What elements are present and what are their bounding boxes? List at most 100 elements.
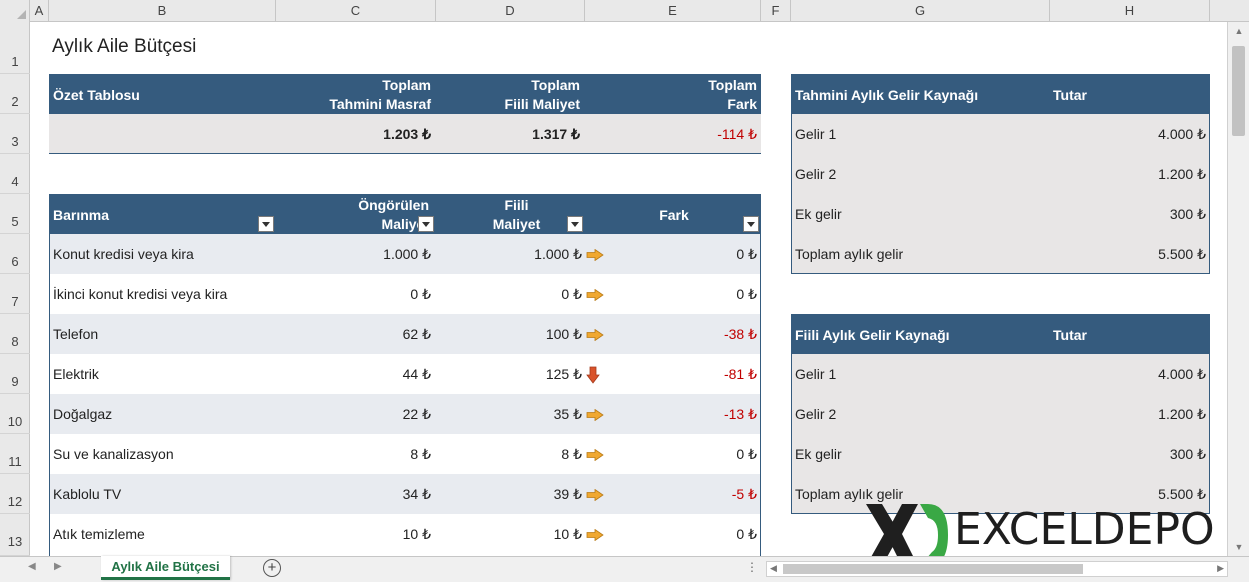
row-header-1[interactable]: 1	[0, 22, 30, 74]
row-difference[interactable]: 0 ₺	[736, 274, 757, 314]
table-row: Kablolu TV 34 ₺ 39 ₺ -5 ₺	[50, 474, 760, 514]
row-difference[interactable]: -13 ₺	[724, 394, 757, 434]
filter-dropdown-icon[interactable]	[567, 216, 583, 232]
column-header-g[interactable]: G	[791, 0, 1050, 22]
row-header-10[interactable]: 10	[0, 394, 30, 434]
row-estimated-cost[interactable]: 22 ₺	[403, 394, 431, 434]
row-actual-cost[interactable]: 100 ₺	[546, 314, 582, 354]
row-difference[interactable]: -38 ₺	[724, 314, 757, 354]
summary-col-actual: Toplam Fiili Maliyet	[505, 76, 580, 114]
actual-income-value[interactable]: 300 ₺	[1170, 434, 1206, 474]
summary-header: Özet Tablosu Toplam Tahmini Masraf Topla…	[49, 74, 761, 114]
row-header-12[interactable]: 12	[0, 474, 30, 514]
actual-income-value[interactable]: 4.000 ₺	[1158, 354, 1206, 394]
row-item-label[interactable]: Su ve kanalizasyon	[53, 434, 174, 474]
scroll-up-icon[interactable]: ▲	[1228, 26, 1249, 36]
actual-income-amount-header: Tutar	[1053, 327, 1087, 343]
vertical-scroll-thumb[interactable]	[1232, 46, 1245, 136]
estimated-income-total-label[interactable]: Toplam aylık gelir	[795, 234, 903, 274]
row-header-13[interactable]: 13	[0, 514, 30, 556]
estimated-income-label[interactable]: Ek gelir	[795, 194, 842, 234]
down-arrow-icon	[586, 354, 600, 394]
housing-col-estimated: Öngörülen Maliyet	[299, 196, 429, 234]
actual-income-value[interactable]: 1.200 ₺	[1158, 394, 1206, 434]
summary-col-estimated-line2: Tahmini Masraf	[329, 96, 431, 112]
table-row: Telefon 62 ₺ 100 ₺ -38 ₺	[50, 314, 760, 354]
row-item-label[interactable]: İkinci konut kredisi veya kira	[53, 274, 227, 314]
actual-income-label[interactable]: Gelir 1	[795, 354, 836, 394]
actual-income-label[interactable]: Gelir 2	[795, 394, 836, 434]
scroll-left-icon[interactable]: ◀	[770, 563, 777, 574]
filter-dropdown-icon[interactable]	[743, 216, 759, 232]
row-header-9[interactable]: 9	[0, 354, 30, 394]
row-actual-cost[interactable]: 10 ₺	[554, 514, 582, 554]
summary-col-diff: Toplam Fark	[708, 76, 757, 114]
actual-income-label[interactable]: Ek gelir	[795, 434, 842, 474]
summary-value-diff[interactable]: -114 ₺	[717, 114, 757, 154]
row-item-label[interactable]: Doğalgaz	[53, 394, 112, 434]
row-item-label[interactable]: Kablolu TV	[53, 474, 121, 514]
prev-sheet-icon[interactable]: ◀	[28, 561, 36, 572]
row-actual-cost[interactable]: 0 ₺	[561, 274, 582, 314]
row-actual-cost[interactable]: 125 ₺	[546, 354, 582, 394]
column-header-b[interactable]: B	[49, 0, 276, 22]
row-actual-cost[interactable]: 39 ₺	[554, 474, 582, 514]
row-actual-cost[interactable]: 1.000 ₺	[534, 234, 582, 274]
row-header-2[interactable]: 2	[0, 74, 30, 114]
column-header-a[interactable]: A	[30, 0, 49, 22]
row-estimated-cost[interactable]: 0 ₺	[410, 274, 431, 314]
right-arrow-icon	[586, 274, 604, 314]
row-header-3[interactable]: 3	[0, 114, 30, 154]
sheet-tab-active[interactable]: Aylık Aile Bütçesi	[101, 556, 230, 580]
row-estimated-cost[interactable]: 8 ₺	[410, 434, 431, 474]
column-header-c[interactable]: C	[276, 0, 436, 22]
row-estimated-cost[interactable]: 10 ₺	[403, 514, 431, 554]
row-header-4[interactable]: 4	[0, 154, 30, 194]
row-item-label[interactable]: Telefon	[53, 314, 98, 354]
row-item-label[interactable]: Elektrik	[53, 354, 99, 394]
scroll-right-icon[interactable]: ▶	[1217, 563, 1224, 574]
row-difference[interactable]: 0 ₺	[736, 234, 757, 274]
right-arrow-icon	[586, 434, 604, 474]
estimated-income-label[interactable]: Gelir 2	[795, 154, 836, 194]
add-sheet-icon[interactable]: +	[263, 559, 281, 577]
row-header-7[interactable]: 7	[0, 274, 30, 314]
row-item-label[interactable]: Konut kredisi veya kira	[53, 234, 194, 274]
filter-dropdown-icon[interactable]	[418, 216, 434, 232]
estimated-income-total-value[interactable]: 5.500 ₺	[1158, 234, 1206, 274]
row-difference[interactable]: -81 ₺	[724, 354, 757, 394]
estimated-income-value[interactable]: 4.000 ₺	[1158, 114, 1206, 154]
horizontal-scroll-thumb[interactable]	[783, 564, 1083, 574]
filter-dropdown-icon[interactable]	[258, 216, 274, 232]
vertical-scrollbar[interactable]: ▲ ▼	[1227, 22, 1249, 556]
estimated-income-value[interactable]: 300 ₺	[1170, 194, 1206, 234]
row-header-5[interactable]: 5	[0, 194, 30, 234]
summary-value-actual[interactable]: 1.317 ₺	[532, 114, 580, 154]
housing-col-actual-line2: Maliyet	[492, 216, 541, 232]
row-actual-cost[interactable]: 8 ₺	[561, 434, 582, 474]
row-difference[interactable]: 0 ₺	[736, 514, 757, 554]
row-header-6[interactable]: 6	[0, 234, 30, 274]
next-sheet-icon[interactable]: ▶	[54, 561, 62, 572]
column-header-h[interactable]: H	[1050, 0, 1210, 22]
summary-value-estimated[interactable]: 1.203 ₺	[383, 114, 431, 154]
column-header-f[interactable]: F	[761, 0, 791, 22]
scroll-down-icon[interactable]: ▼	[1228, 542, 1249, 552]
column-header-d[interactable]: D	[436, 0, 585, 22]
row-difference[interactable]: -5 ₺	[732, 474, 757, 514]
row-header-11[interactable]: 11	[0, 434, 30, 474]
row-estimated-cost[interactable]: 34 ₺	[403, 474, 431, 514]
row-estimated-cost[interactable]: 62 ₺	[403, 314, 431, 354]
row-estimated-cost[interactable]: 1.000 ₺	[383, 234, 431, 274]
horizontal-scrollbar[interactable]: ◀ ▶	[766, 561, 1228, 577]
estimated-income-value[interactable]: 1.200 ₺	[1158, 154, 1206, 194]
select-all-corner[interactable]	[0, 0, 30, 22]
more-options-icon[interactable]: ⋮	[746, 560, 758, 574]
row-header-8[interactable]: 8	[0, 314, 30, 354]
row-difference[interactable]: 0 ₺	[736, 434, 757, 474]
row-item-label[interactable]: Atık temizleme	[53, 514, 145, 554]
column-header-e[interactable]: E	[585, 0, 761, 22]
row-estimated-cost[interactable]: 44 ₺	[403, 354, 431, 394]
estimated-income-label[interactable]: Gelir 1	[795, 114, 836, 154]
row-actual-cost[interactable]: 35 ₺	[554, 394, 582, 434]
